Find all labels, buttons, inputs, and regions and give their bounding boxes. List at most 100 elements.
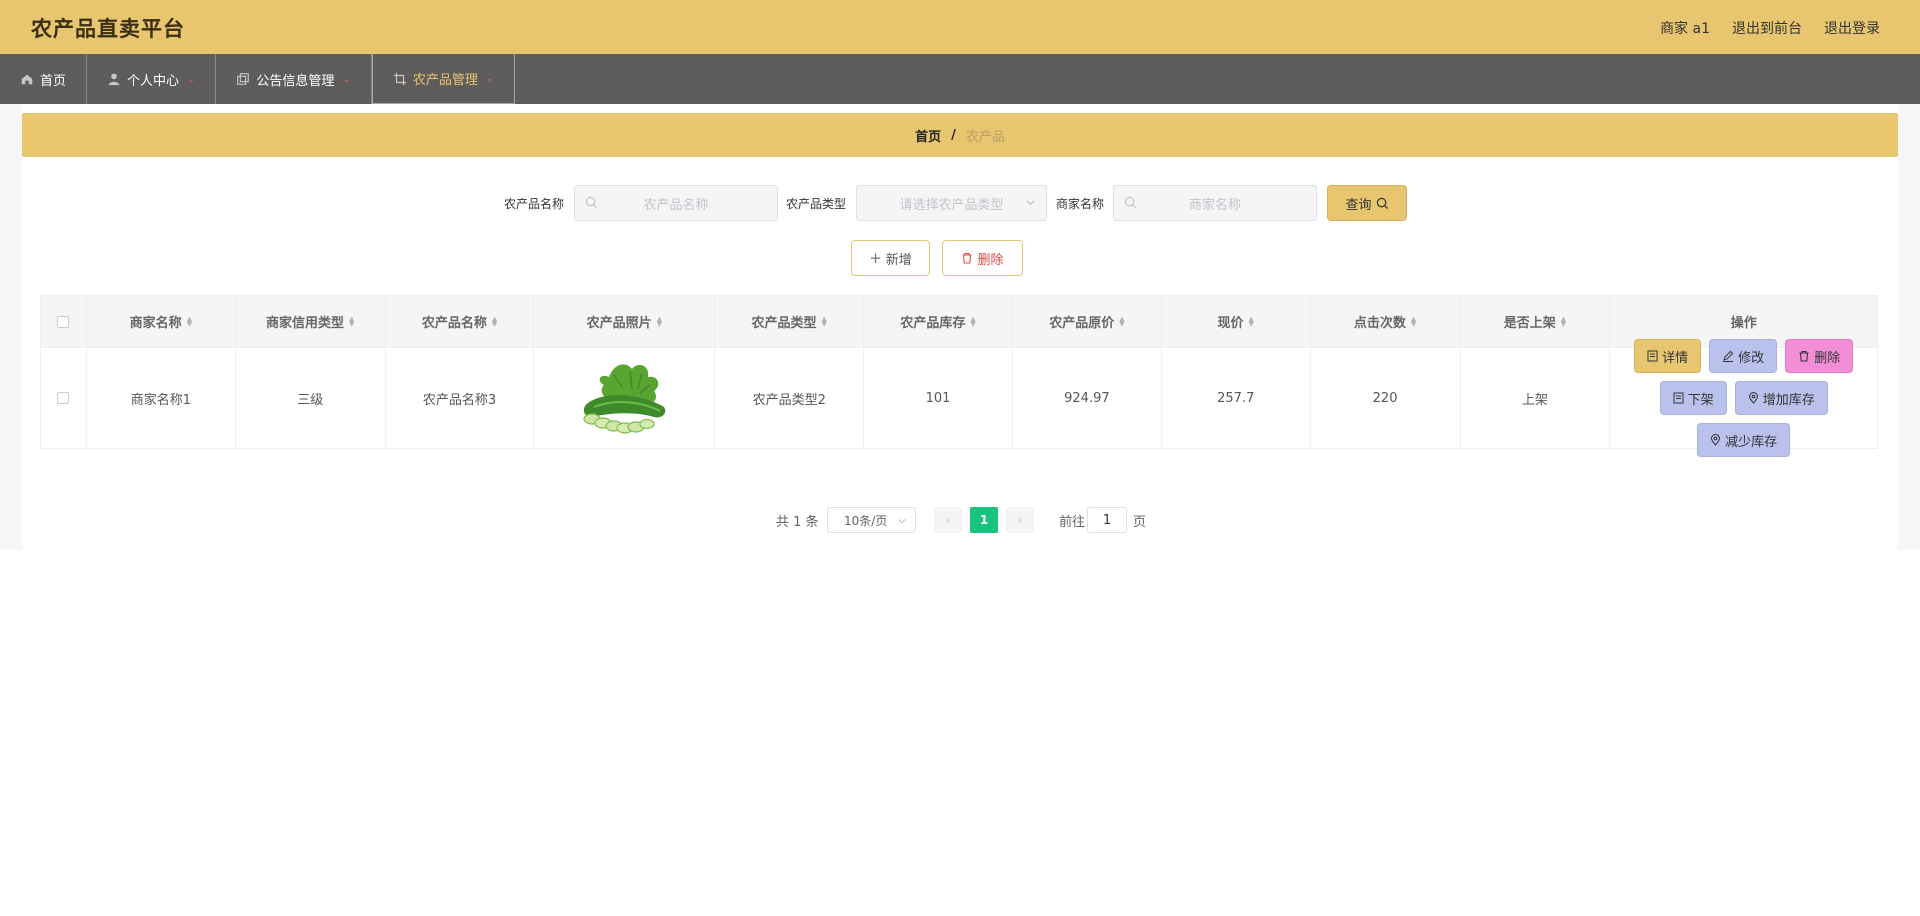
top-header: 农产品直卖平台 商家 a1 退出到前台 退出登录 xyxy=(0,0,1920,54)
chevron-down-icon xyxy=(898,518,906,524)
nav-item-personal[interactable]: 个人中心 ⌄ xyxy=(87,54,217,104)
document-icon xyxy=(1647,350,1658,362)
name-search-input[interactable]: 农产品名称 xyxy=(574,185,778,221)
location-icon xyxy=(1748,392,1758,404)
search-bar: 农产品名称 农产品名称 农产品类型 请选择农产品类型 商家名称 商家名称 查询 xyxy=(0,185,1920,221)
chevron-down-icon xyxy=(1026,200,1035,206)
query-button[interactable]: 查询 xyxy=(1327,185,1407,221)
sort-icon: ▲ ▼ xyxy=(491,314,498,328)
detail-label: 详情 xyxy=(1662,350,1689,366)
reduce-stock-label: 减少库存 xyxy=(1725,434,1778,450)
name-placeholder: 农产品名称 xyxy=(643,197,709,213)
chevron-down-icon: ⌄ xyxy=(342,73,351,85)
col-photo[interactable]: 农产品照片 ▲ ▼ xyxy=(534,296,716,347)
cell-ops: 详情 修改 删除 下架 增加库存 减少库存 xyxy=(1610,339,1877,457)
col-credit[interactable]: 商家信用类型 ▲ ▼ xyxy=(236,296,386,347)
nav-item-home[interactable]: 首页 xyxy=(0,54,88,104)
table-row: 商家名称1 三级 农产品名称3 农产品类型2 101 924.97 257.7 … xyxy=(41,339,1877,457)
row-checkbox[interactable] xyxy=(57,392,70,404)
off-shelf-label: 下架 xyxy=(1687,392,1714,408)
detail-button[interactable]: 详情 xyxy=(1634,339,1702,373)
merchant-placeholder: 商家名称 xyxy=(1188,197,1241,213)
page-size-select[interactable]: 10条/页 xyxy=(827,507,916,533)
nav-item-products[interactable]: 农产品管理 ⌄ xyxy=(371,54,516,104)
nav-label-home: 首页 xyxy=(40,73,67,89)
location-icon xyxy=(1711,434,1721,446)
prev-page-button[interactable]: ‹ xyxy=(934,507,962,533)
sort-icon: ▲ ▼ xyxy=(1560,314,1567,328)
reduce-stock-button[interactable]: 减少库存 xyxy=(1697,423,1791,457)
copy-icon xyxy=(237,73,250,85)
col-name[interactable]: 农产品名称 ▲ ▼ xyxy=(386,296,535,347)
breadcrumb-current: 农产品 xyxy=(965,129,1005,145)
col-label: 商家名称 xyxy=(129,316,182,331)
sort-icon: ▲ ▼ xyxy=(349,314,355,328)
logout-link[interactable]: 退出登录 xyxy=(1824,18,1880,38)
page-number-current[interactable]: 1 xyxy=(970,507,998,533)
col-listed[interactable]: 是否上架 ▲ ▼ xyxy=(1461,296,1611,347)
cell-name: 农产品名称3 xyxy=(386,348,535,448)
delete-label: 删除 xyxy=(977,252,1004,268)
main-nav: 首页 个人中心 ⌄ 公告信息管理 ⌄ 农产品管理 ⌄ xyxy=(0,54,1920,104)
col-price[interactable]: 现价 ▲ ▼ xyxy=(1162,296,1311,347)
next-page-button[interactable]: › xyxy=(1006,507,1034,533)
add-label: 新增 xyxy=(885,252,912,268)
col-type[interactable]: 农产品类型 ▲ ▼ xyxy=(715,296,865,347)
col-clicks[interactable]: 点击次数 ▲ ▼ xyxy=(1311,296,1461,347)
to-front-link[interactable]: 退出到前台 xyxy=(1732,18,1802,38)
merchant-search-input[interactable]: 商家名称 xyxy=(1113,185,1317,221)
row-actions: 详情 修改 删除 下架 增加库存 减少库存 xyxy=(1624,339,1864,457)
row-delete-button[interactable]: 删除 xyxy=(1785,339,1854,373)
col-merchant[interactable]: 商家名称 ▲ ▼ xyxy=(87,296,236,347)
cucumber-image[interactable] xyxy=(574,355,674,441)
breadcrumb-home[interactable]: 首页 xyxy=(915,126,941,145)
remove-label: 删除 xyxy=(1814,350,1841,366)
merchant-label: 商家名称 xyxy=(1056,197,1105,211)
col-label: 是否上架 xyxy=(1503,316,1556,331)
edit-icon xyxy=(1723,350,1734,362)
nav-label-personal: 个人中心 xyxy=(127,73,180,89)
col-label: 农产品原价 xyxy=(1049,316,1115,331)
top-links: 商家 a1 退出到前台 退出登录 xyxy=(1660,18,1880,38)
right-margin xyxy=(1898,104,1920,550)
cell-credit: 三级 xyxy=(236,348,386,448)
breadcrumb-separator: / xyxy=(951,127,956,143)
goto-label: 前往 xyxy=(1059,515,1086,530)
cell-original-price: 924.97 xyxy=(1013,348,1162,448)
type-label: 农产品类型 xyxy=(786,197,847,211)
col-stock[interactable]: 农产品库存 ▲ ▼ xyxy=(864,296,1013,347)
col-original-price[interactable]: 农产品原价 ▲ ▼ xyxy=(1013,296,1162,347)
chevron-down-icon: ⌄ xyxy=(485,73,495,84)
goto-page-input[interactable]: 1 xyxy=(1087,507,1127,533)
edit-button[interactable]: 修改 xyxy=(1709,339,1778,373)
chevron-right-icon: › xyxy=(1017,513,1023,527)
add-stock-button[interactable]: 增加库存 xyxy=(1734,381,1828,415)
row-select-cell xyxy=(41,348,87,448)
total-count: 共 1 条 xyxy=(776,515,819,530)
col-label: 农产品类型 xyxy=(751,316,817,331)
sort-icon: ▲ ▼ xyxy=(821,314,827,328)
page-unit-label: 页 xyxy=(1133,515,1147,530)
col-label: 农产品照片 xyxy=(586,316,652,331)
nav-label-products: 农产品管理 xyxy=(412,73,478,88)
sort-icon: ▲ ▼ xyxy=(656,314,663,328)
nav-item-notice[interactable]: 公告信息管理 ⌄ xyxy=(216,54,372,104)
search-icon xyxy=(585,196,598,209)
cell-merchant: 商家名称1 xyxy=(87,348,236,448)
col-label: 农产品名称 xyxy=(421,316,487,331)
add-button[interactable]: + 新增 xyxy=(851,240,930,276)
col-label: 操作 xyxy=(1730,316,1757,331)
col-label: 现价 xyxy=(1217,316,1244,331)
type-select[interactable]: 请选择农产品类型 xyxy=(856,185,1047,221)
bulk-delete-button[interactable]: 删除 xyxy=(942,240,1023,276)
user-name[interactable]: 商家 a1 xyxy=(1660,18,1710,38)
select-all-checkbox[interactable] xyxy=(57,315,70,328)
trash-icon xyxy=(1799,350,1809,362)
sort-icon: ▲ ▼ xyxy=(1248,314,1254,328)
off-shelf-button[interactable]: 下架 xyxy=(1659,381,1727,415)
type-placeholder: 请选择农产品类型 xyxy=(899,197,1004,213)
edit-label: 修改 xyxy=(1738,350,1765,366)
sort-icon: ▲ ▼ xyxy=(1119,314,1125,328)
crop-icon xyxy=(393,72,406,85)
col-label: 商家信用类型 xyxy=(266,316,345,331)
